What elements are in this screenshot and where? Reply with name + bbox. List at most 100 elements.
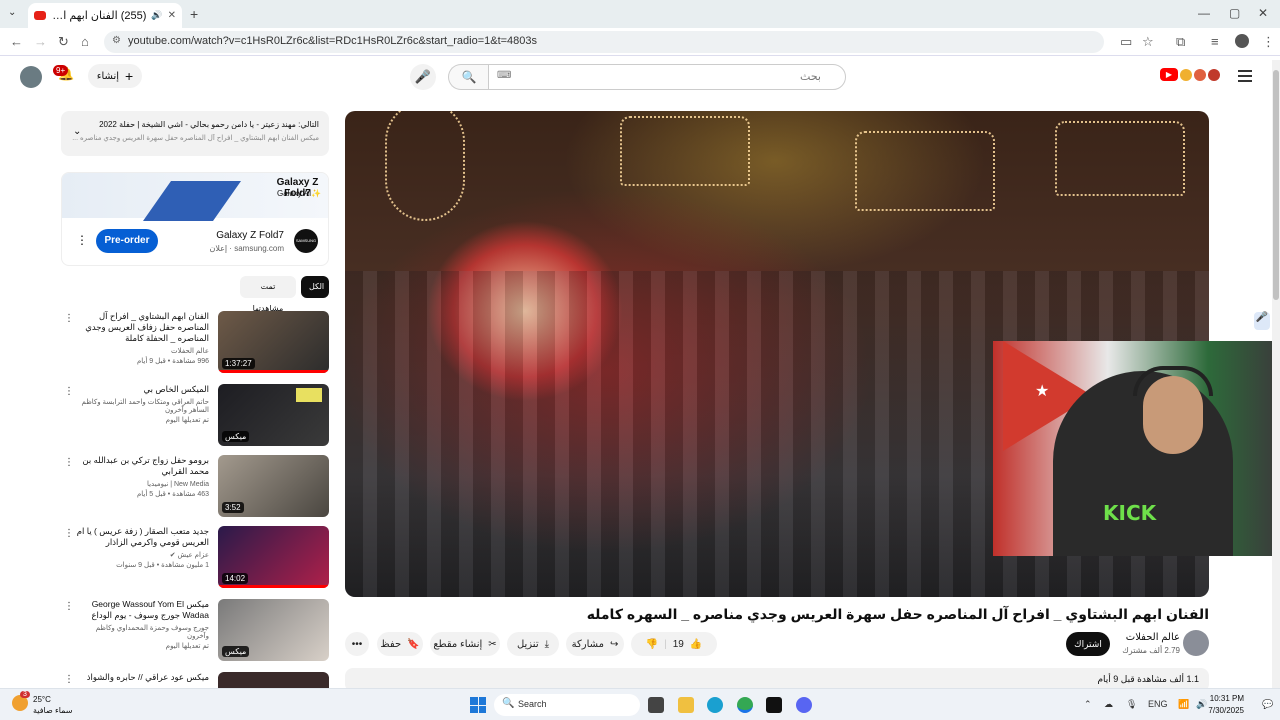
forward-icon[interactable]: →	[34, 34, 47, 49]
microphone-icon[interactable]: 🎙	[1126, 699, 1137, 710]
rec-title[interactable]: برومو حفل زواج تركي بن عبدالله بن محمد ا…	[74, 455, 209, 477]
sponsored-ad[interactable]: Galaxy Z Fold7 Galaxy AI✨ ⋮ Pre-order Ga…	[61, 172, 329, 266]
profile-avatar[interactable]	[1235, 34, 1249, 48]
youtube-logo[interactable]: ▶	[1160, 68, 1220, 81]
floating-mic-icon[interactable]: 🎤	[1254, 312, 1270, 330]
rec-channel[interactable]: جورج وسوف وحمزة المحمداوي وكاظم وآخرون	[74, 624, 209, 640]
download-button[interactable]: تنزيل ⤓	[507, 632, 559, 656]
ad-menu-kebab-icon[interactable]: ⋮	[76, 233, 88, 247]
chrome-icon[interactable]	[737, 697, 753, 713]
back-icon[interactable]: ←	[10, 34, 23, 49]
recommendation-item[interactable]: 14:02 جديد متعب الصقار ( زفة عريس ) يا ا…	[61, 526, 329, 590]
rec-menu-kebab-icon[interactable]: ⋮	[64, 528, 74, 539]
rec-menu-kebab-icon[interactable]: ⋮	[64, 386, 74, 397]
cast-icon[interactable]: ▭	[1120, 34, 1132, 50]
chip-all[interactable]: الكل	[301, 276, 329, 298]
maximize-button[interactable]: ▢	[1229, 6, 1240, 20]
taskbar-clock[interactable]: 10:31 PM 7/30/2025	[1208, 693, 1244, 717]
channel-avatar[interactable]	[1183, 630, 1209, 656]
rec-channel[interactable]: حاتم العراقي ومتكات واحمد الترابسة وكاظم…	[74, 398, 209, 414]
video-thumbnail[interactable]: 14:02	[218, 526, 329, 588]
new-tab-button[interactable]: +	[190, 6, 198, 22]
recommendation-item[interactable]: 1:37:27 الفنان ابهم البشتاوي _ افراح آل …	[61, 311, 329, 375]
rec-title[interactable]: ميكس عود عراقي // حابره والشواذ بين	[74, 672, 209, 688]
tray-overflow-icon[interactable]: ⌃	[1084, 699, 1092, 710]
video-thumbnail[interactable]: 1:37:27	[218, 311, 329, 373]
search-input[interactable]: بحث	[488, 64, 846, 90]
edge-icon[interactable]	[707, 697, 723, 713]
voice-search-mic-icon[interactable]: 🎤	[410, 64, 436, 90]
clip-button[interactable]: إنشاء مقطع ✂	[430, 632, 500, 656]
like-icon[interactable]: 👍	[690, 639, 702, 650]
video-duration: 14:02	[222, 573, 249, 584]
channel-name[interactable]: عالم الحفلات	[1126, 632, 1180, 643]
user-avatar[interactable]	[20, 66, 42, 88]
file-explorer-icon[interactable]	[678, 697, 694, 713]
notification-center-icon[interactable]: 💬	[1262, 699, 1273, 710]
like-dislike-button[interactable]: 👎 | 19 👍	[631, 632, 717, 656]
tab-close-icon[interactable]: ✕	[168, 10, 176, 21]
dislike-icon[interactable]: 👎	[646, 639, 658, 650]
rec-title[interactable]: جديد متعب الصقار ( زفة عريس ) يا ام العر…	[74, 526, 209, 548]
kick-shirt-logo: KICK	[1103, 501, 1157, 525]
media-controls-icon[interactable]: ≡	[1211, 34, 1219, 49]
rec-title[interactable]: الميكس الخاص بي	[74, 384, 209, 395]
home-icon[interactable]: ⌂	[81, 34, 89, 49]
url-field[interactable]: ⚙ youtube.com/watch?v=c1HsR0LZr6c&list=R…	[104, 31, 1104, 53]
playlist-panel[interactable]: التالي: مهند زعيتر - يا دامن رحمو بحالي …	[61, 111, 329, 156]
chevron-down-icon[interactable]: ⌄	[73, 126, 81, 137]
rec-channel[interactable]: عالم الحفلات	[74, 347, 209, 355]
language-indicator[interactable]: ENG	[1148, 699, 1168, 709]
save-button[interactable]: حفظ 🔖	[377, 632, 423, 656]
search-button[interactable]: 🔍	[448, 64, 489, 90]
bookmark-star-icon[interactable]: ☆	[1142, 34, 1154, 50]
rec-title[interactable]: ميكس George Wassouf Yom El Wadaa جورج وس…	[74, 599, 209, 621]
minimize-button[interactable]: —	[1198, 6, 1210, 20]
tab-list-icon[interactable]: ⌄	[8, 7, 16, 18]
time: 10:31 PM	[1209, 694, 1244, 703]
rec-channel[interactable]: عزام عيش ✔	[74, 551, 209, 559]
taskbar-search[interactable]: 🔍 Search	[494, 694, 640, 716]
subscriber-count: 2.79 ألف مشترك	[1122, 646, 1180, 655]
keyboard-icon[interactable]: ⌨	[497, 70, 511, 81]
video-thumbnail[interactable]: ميكس	[218, 384, 329, 446]
network-icon[interactable]: ☁	[1104, 699, 1113, 710]
subscribe-button[interactable]: اشتراك	[1066, 632, 1110, 656]
recommendation-item[interactable]: ميكس عود عراقي // حابره والشواذ بين ⋮	[61, 672, 329, 688]
audio-icon[interactable]: 🔊	[151, 10, 162, 21]
video-thumbnail[interactable]: ميكس	[218, 599, 329, 661]
create-button[interactable]: إنشاء +	[88, 64, 142, 88]
rec-channel[interactable]: New Media | نيوميديا	[74, 480, 209, 488]
browser-tab[interactable]: (255) الفنان ابهم البشتاوي _ 🔊 ✕	[28, 3, 182, 28]
close-window-button[interactable]: ✕	[1258, 6, 1268, 20]
rec-menu-kebab-icon[interactable]: ⋮	[64, 601, 74, 612]
share-button[interactable]: مشاركة ↪	[566, 632, 624, 656]
more-actions-button[interactable]: •••	[345, 632, 369, 656]
video-thumbnail[interactable]: 3:52	[218, 455, 329, 517]
volume-icon[interactable]: 🔊	[1196, 699, 1207, 710]
recommendation-item[interactable]: 3:52 برومو حفل زواج تركي بن عبدالله بن م…	[61, 455, 329, 519]
wifi-icon[interactable]: 📶	[1178, 699, 1189, 710]
rec-menu-kebab-icon[interactable]: ⋮	[64, 457, 74, 468]
rec-title[interactable]: الفنان ابهم البشتاوي _ افراح آل المناصره…	[74, 311, 209, 344]
discord-icon[interactable]	[796, 697, 812, 713]
windows-start-icon[interactable]	[470, 697, 486, 713]
browser-menu-icon[interactable]: ⋮	[1262, 34, 1275, 50]
page-scrollbar[interactable]	[1272, 60, 1280, 688]
extensions-icon[interactable]: ⧉	[1176, 34, 1185, 50]
reload-icon[interactable]: ↻	[58, 34, 69, 50]
site-info-icon[interactable]: ⚙	[112, 35, 121, 46]
ad-banner[interactable]: Galaxy Z Fold7 Galaxy AI✨	[62, 173, 328, 221]
task-view-icon[interactable]	[648, 697, 664, 713]
video-thumbnail[interactable]	[218, 672, 329, 688]
rec-menu-kebab-icon[interactable]: ⋮	[64, 674, 74, 685]
weather-widget[interactable]: 25°C سماء صافية	[33, 694, 73, 716]
preorder-button[interactable]: Pre-order	[96, 229, 158, 253]
kick-app-icon[interactable]	[766, 697, 782, 713]
chip-watched[interactable]: تمت مشاهدتها	[240, 276, 296, 313]
rec-menu-kebab-icon[interactable]: ⋮	[64, 313, 74, 324]
recommendation-item[interactable]: ميكس ميكس George Wassouf Yom El Wadaa جو…	[61, 599, 329, 663]
guide-menu-icon[interactable]	[1238, 70, 1252, 85]
scrollbar-thumb[interactable]	[1273, 70, 1279, 300]
recommendation-item[interactable]: ميكس الميكس الخاص بي حاتم العراقي ومتكات…	[61, 384, 329, 448]
